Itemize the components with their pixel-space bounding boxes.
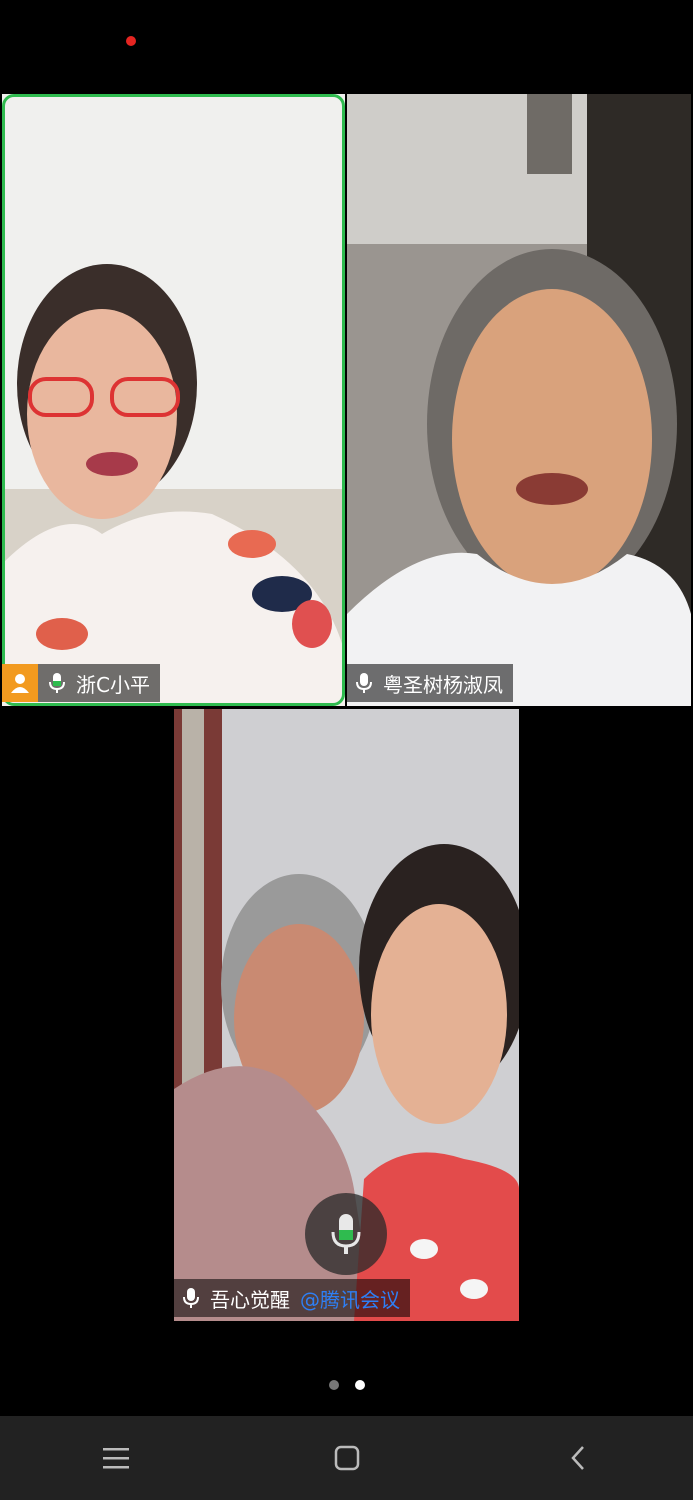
menu-button[interactable] xyxy=(86,1428,146,1488)
video-tile-1[interactable]: 浙C小平 xyxy=(2,94,345,706)
back-button[interactable] xyxy=(548,1428,608,1488)
recording-indicator xyxy=(126,36,136,46)
host-icon xyxy=(2,664,38,702)
participant-name: 吾心觉醒 xyxy=(210,1287,290,1312)
page-dot-active[interactable] xyxy=(354,1380,365,1390)
participant-name-tag: 吾心觉醒 @腾讯会议 xyxy=(174,1279,410,1317)
participant-video xyxy=(2,94,345,706)
page-dot[interactable] xyxy=(328,1380,339,1390)
participant-name-tag: 粤圣树杨淑凤 xyxy=(347,664,513,702)
home-icon xyxy=(334,1445,359,1471)
home-button[interactable] xyxy=(317,1428,377,1488)
participant-name: 浙C小平 xyxy=(76,672,150,697)
menu-icon xyxy=(102,1448,129,1469)
app-watermark: @腾讯会议 xyxy=(300,1287,400,1312)
mic-icon xyxy=(182,1287,200,1309)
participant-name: 粤圣树杨淑凤 xyxy=(383,672,503,697)
back-icon xyxy=(570,1446,584,1470)
mic-icon xyxy=(331,1214,361,1254)
mic-icon xyxy=(355,672,373,694)
mic-toggle-button[interactable] xyxy=(305,1193,387,1275)
page-indicator xyxy=(0,1380,693,1390)
mic-icon xyxy=(48,672,66,694)
participant-video xyxy=(347,94,691,706)
system-navigation-bar xyxy=(0,1416,693,1500)
video-tile-2[interactable]: 粤圣树杨淑凤 xyxy=(347,94,691,706)
participant-name-tag: 浙C小平 xyxy=(2,664,160,702)
